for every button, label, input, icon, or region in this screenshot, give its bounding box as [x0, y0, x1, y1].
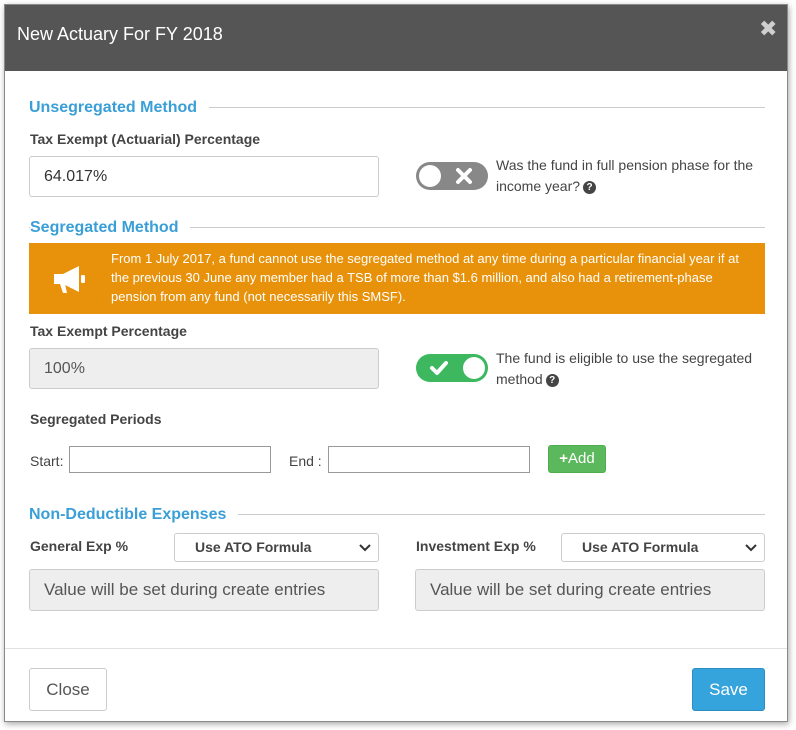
- footer-divider: [5, 648, 787, 649]
- general-exp-selected: Use ATO Formula: [195, 539, 312, 555]
- cross-icon: [456, 168, 472, 184]
- actuary-modal: New Actuary For FY 2018 ✖ Unsegregated M…: [4, 4, 788, 722]
- segregated-eligible-text: The fund is eligible to use the segregat…: [496, 348, 781, 390]
- full-pension-phase-toggle[interactable]: [416, 162, 488, 190]
- tax-exempt-input: [29, 348, 379, 389]
- non-deductible-section-title: Non-Deductible Expenses: [29, 506, 239, 524]
- investment-exp-select[interactable]: Use ATO Formula: [561, 533, 765, 562]
- start-date-input[interactable]: [69, 446, 271, 473]
- unsegregated-section-title: Unsegregated Method: [29, 99, 210, 117]
- add-period-label: Add: [568, 450, 595, 467]
- tax-exempt-actuarial-input[interactable]: [29, 156, 379, 197]
- investment-exp-selected: Use ATO Formula: [582, 539, 699, 555]
- tax-exempt-label: Tax Exempt Percentage: [30, 323, 187, 339]
- chevron-down-icon: [359, 544, 371, 552]
- general-exp-label: General Exp %: [30, 538, 129, 554]
- end-date-input[interactable]: [328, 446, 530, 473]
- modal-header: New Actuary For FY 2018 ✖: [5, 5, 787, 71]
- chevron-down-icon: [745, 544, 757, 552]
- segregated-eligible-label: The fund is eligible to use the segregat…: [496, 350, 753, 387]
- segregated-periods-label: Segregated Periods: [30, 411, 162, 427]
- toggle-knob: [463, 357, 485, 379]
- plus-icon: +: [559, 450, 569, 467]
- check-icon: [430, 361, 448, 375]
- help-icon[interactable]: ?: [545, 373, 559, 387]
- save-button[interactable]: Save: [692, 668, 765, 711]
- close-button[interactable]: Close: [29, 668, 107, 711]
- help-icon[interactable]: ?: [583, 180, 597, 194]
- megaphone-icon: [54, 266, 85, 293]
- full-pension-phase-label: Was the fund in full pension phase for t…: [496, 157, 754, 194]
- segregated-notice-banner: From 1 July 2017, a fund cannot use the …: [29, 243, 765, 314]
- general-exp-value: [29, 569, 379, 611]
- tax-exempt-actuarial-label: Tax Exempt (Actuarial) Percentage: [30, 131, 261, 147]
- segregated-notice-text: From 1 July 2017, a fund cannot use the …: [111, 251, 739, 304]
- general-exp-select[interactable]: Use ATO Formula: [174, 533, 379, 562]
- investment-exp-label: Investment Exp %: [416, 538, 536, 554]
- modal-title: New Actuary For FY 2018: [17, 24, 223, 44]
- toggle-knob: [419, 165, 441, 187]
- segregated-eligible-toggle[interactable]: [416, 354, 488, 382]
- investment-exp-value: [415, 569, 765, 611]
- start-label: Start:: [30, 453, 64, 469]
- full-pension-phase-text: Was the fund in full pension phase for t…: [496, 155, 781, 197]
- end-label: End :: [289, 453, 322, 469]
- segregated-section-title: Segregated Method: [30, 219, 191, 237]
- add-period-button[interactable]: +Add: [548, 445, 606, 473]
- close-icon[interactable]: ✖: [759, 18, 777, 40]
